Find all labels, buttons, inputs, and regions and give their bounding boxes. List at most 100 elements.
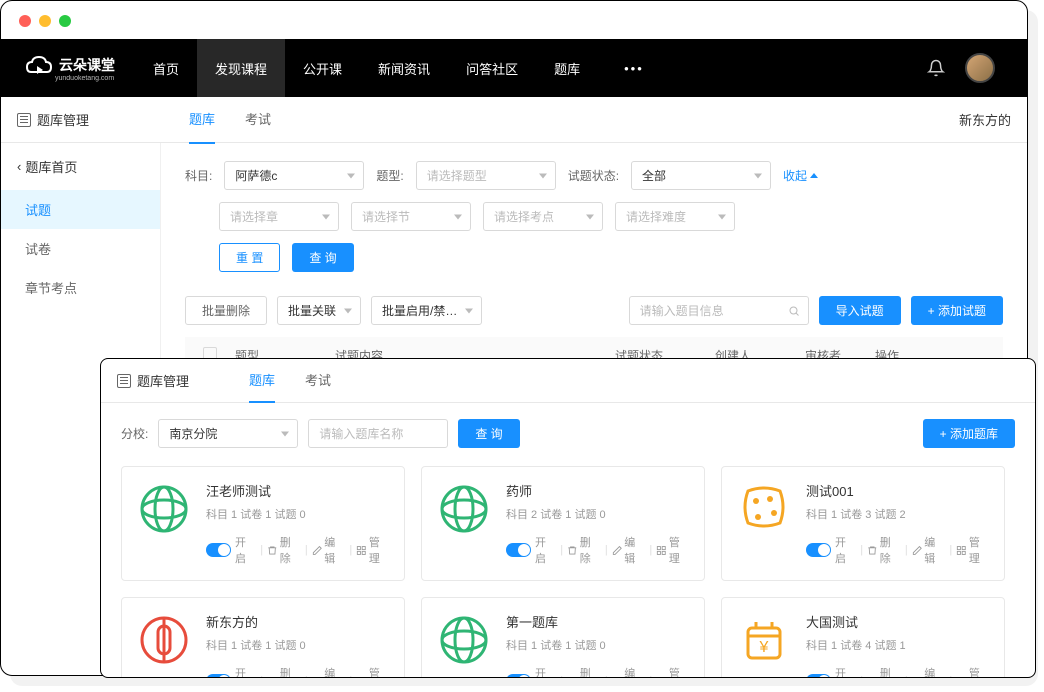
traffic-lights (19, 15, 71, 27)
card-meta: 科目 1 试卷 4 试题 1 (806, 637, 990, 653)
type-select[interactable]: 请选择题型 (416, 161, 556, 190)
card-title: 第一题库 (506, 612, 690, 631)
sub-title: 题库管理 (17, 110, 89, 129)
list-icon (17, 113, 31, 127)
bank-card: 汪老师测试 科目 1 试卷 1 试题 0 开启 | 删除 | 编辑 | 管理 (121, 466, 405, 581)
card-title: 新东方的 (206, 612, 390, 631)
back-label: 题库首页 (25, 157, 77, 176)
card-delete[interactable]: 删除 (867, 665, 901, 678)
section-select[interactable]: 请选择节 (351, 202, 471, 231)
card-meta: 科目 1 试卷 1 试题 0 (206, 506, 390, 522)
toggle-switch[interactable] (806, 674, 831, 678)
card-title: 汪老师测试 (206, 481, 390, 500)
chevron-left-icon: ‹ (17, 159, 21, 174)
card-edit[interactable]: 编辑 (312, 665, 346, 678)
subject-select[interactable]: 阿萨德c (224, 161, 364, 190)
add-bank-button[interactable]: + 添加题库 (923, 419, 1015, 448)
bank-icon (136, 612, 192, 668)
nav-news[interactable]: 新闻资讯 (360, 39, 448, 97)
collapse-link[interactable]: 收起 (783, 167, 818, 184)
card-manage[interactable]: 管理 (656, 534, 690, 566)
w2-query-button[interactable]: 查 询 (458, 419, 519, 448)
bank-icon (736, 481, 792, 537)
reset-button[interactable]: 重 置 (219, 243, 280, 272)
toggle-switch[interactable] (506, 543, 531, 557)
card-manage[interactable]: 管理 (356, 665, 390, 678)
card-edit[interactable]: 编辑 (912, 534, 946, 566)
card-edit[interactable]: 编辑 (312, 534, 346, 566)
batch-delete-button[interactable]: 批量删除 (185, 296, 267, 325)
bell-icon[interactable] (927, 59, 945, 77)
nav-more[interactable]: ••• (606, 39, 662, 97)
w2-tab-bank[interactable]: 题库 (249, 358, 275, 403)
batch-relate-select[interactable]: 批量关联 (277, 296, 361, 325)
toggle-switch[interactable] (206, 674, 231, 678)
import-button[interactable]: 导入试题 (819, 296, 901, 325)
back-link[interactable]: ‹ 题库首页 (1, 143, 160, 190)
batch-enable-select[interactable]: 批量启用/禁… (371, 296, 482, 325)
w2-tabs: 题库 考试 (249, 358, 331, 403)
card-delete[interactable]: 删除 (267, 665, 301, 678)
card-title: 测试001 (806, 481, 990, 500)
card-manage[interactable]: 管理 (956, 665, 990, 678)
nav-public[interactable]: 公开课 (285, 39, 360, 97)
tab-exam[interactable]: 考试 (245, 95, 271, 144)
card-manage[interactable]: 管理 (656, 665, 690, 678)
maximize-window-button[interactable] (59, 15, 71, 27)
sidebar-item-chapters[interactable]: 章节考点 (1, 268, 160, 307)
logo[interactable]: 云朵课堂 yunduoketang.com (23, 52, 115, 84)
sub-right-text: 新东方的 (959, 110, 1011, 129)
card-edit[interactable]: 编辑 (912, 665, 946, 678)
bank-search-input[interactable]: 请输入题库名称 (308, 419, 448, 448)
close-window-button[interactable] (19, 15, 31, 27)
card-delete[interactable]: 删除 (267, 534, 301, 566)
card-title: 大国测试 (806, 612, 990, 631)
bank-icon (436, 481, 492, 537)
card-manage[interactable]: 管理 (356, 534, 390, 566)
filter-row-3: 重 置 查 询 (219, 243, 1003, 272)
nav-home[interactable]: 首页 (135, 39, 197, 97)
nav-discover[interactable]: 发现课程 (197, 39, 285, 97)
filter-row-2: 请选择章 请选择节 请选择考点 请选择难度 (219, 202, 1003, 231)
card-meta: 科目 1 试卷 3 试题 2 (806, 506, 990, 522)
logo-subtext: yunduoketang.com (55, 75, 115, 82)
card-actions: 开启 | 删除 | 编辑 | 管理 (506, 534, 690, 566)
card-meta: 科目 1 试卷 1 试题 0 (506, 637, 690, 653)
avatar[interactable] (965, 53, 995, 83)
card-delete[interactable]: 删除 (867, 534, 901, 566)
w2-filter: 分校: 南京分院 请输入题库名称 查 询 + 添加题库 (121, 419, 1015, 448)
sidebar-item-papers[interactable]: 试卷 (1, 229, 160, 268)
bank-card: 新东方的 科目 1 试卷 1 试题 0 开启 | 删除 | 编辑 | 管理 (121, 597, 405, 678)
bank-card: ¥ 大国测试 科目 1 试卷 4 试题 1 开启 | 删除 | 编辑 | 管理 (721, 597, 1005, 678)
minimize-window-button[interactable] (39, 15, 51, 27)
card-edit[interactable]: 编辑 (612, 534, 646, 566)
card-manage[interactable]: 管理 (956, 534, 990, 566)
search-icon (788, 305, 800, 317)
tab-bank[interactable]: 题库 (189, 95, 215, 144)
branch-select[interactable]: 南京分院 (158, 419, 298, 448)
add-question-button[interactable]: + 添加试题 (911, 296, 1003, 325)
point-select[interactable]: 请选择考点 (483, 202, 603, 231)
toggle-switch[interactable] (506, 674, 531, 678)
nav-items: 首页 发现课程 公开课 新闻资讯 问答社区 题库 ••• (135, 39, 662, 97)
cloud-logo-icon (23, 52, 55, 84)
card-title: 药师 (506, 481, 690, 500)
sidebar-item-questions[interactable]: 试题 (1, 190, 160, 229)
card-edit[interactable]: 编辑 (612, 665, 646, 678)
w2-tab-exam[interactable]: 考试 (305, 358, 331, 403)
w2-header: 题库管理 题库 考试 (101, 359, 1035, 403)
status-select[interactable]: 全部 (631, 161, 771, 190)
toggle-switch[interactable] (806, 543, 831, 557)
card-delete[interactable]: 删除 (567, 534, 601, 566)
bank-card: 药师 科目 2 试卷 1 试题 0 开启 | 删除 | 编辑 | 管理 (421, 466, 705, 581)
nav-bank[interactable]: 题库 (536, 39, 598, 97)
toggle-switch[interactable] (206, 543, 231, 557)
search-input[interactable]: 请输入题目信息 (629, 296, 809, 325)
card-delete[interactable]: 删除 (567, 665, 601, 678)
difficulty-select[interactable]: 请选择难度 (615, 202, 735, 231)
card-meta: 科目 2 试卷 1 试题 0 (506, 506, 690, 522)
query-button[interactable]: 查 询 (292, 243, 353, 272)
nav-qa[interactable]: 问答社区 (448, 39, 536, 97)
chapter-select[interactable]: 请选择章 (219, 202, 339, 231)
card-actions: 开启 | 删除 | 编辑 | 管理 (806, 534, 990, 566)
